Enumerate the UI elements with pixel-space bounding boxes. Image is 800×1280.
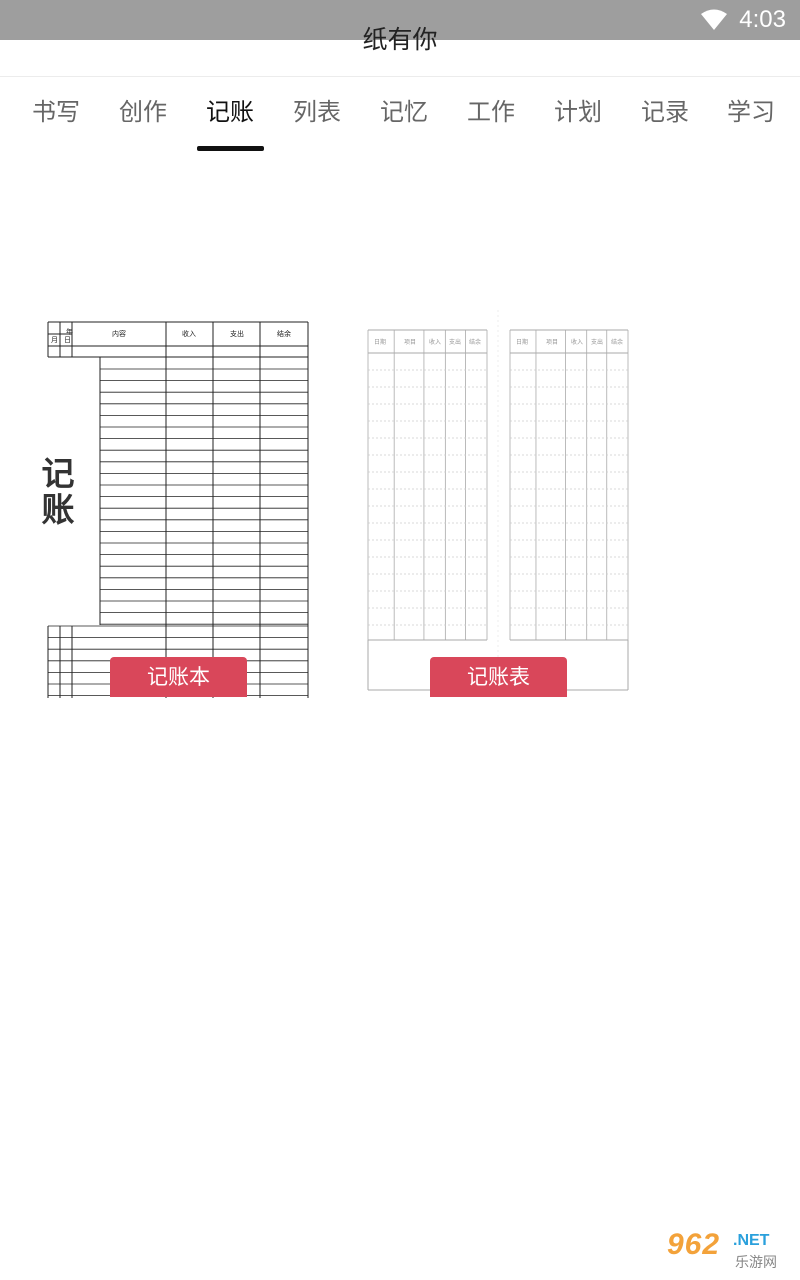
title-divider [0,76,800,77]
tab-shuxie[interactable]: 书写 [21,92,91,127]
ledger-header-year: 年 [66,327,73,336]
ledger-header-content: 内容 [112,329,126,338]
watermark-suffix: .NET [733,1232,770,1249]
tab-chuangzuo[interactable]: 创作 [108,92,178,127]
sheet-right-header-balance: 结余 [611,338,623,346]
ledger-header-month: 月 [51,336,58,344]
ledger-header-expense: 支出 [230,329,244,338]
sheet-right-header-income: 收入 [571,338,583,346]
sheet-left-header-income: 收入 [429,338,441,346]
sheet-right-header-expense: 支出 [591,338,603,346]
tab-liebiao[interactable]: 列表 [282,92,352,127]
tab-jiyi[interactable]: 记忆 [369,92,439,127]
template-card-ledger-sheet[interactable]: 日期 项目 收入 支出 结余 日期 项目 收入 支出 结余 记账表 [360,300,640,700]
ledger-header-balance: 结余 [277,329,291,338]
tab-jizhang[interactable]: 记账 [195,92,265,127]
watermark-number: 962 [667,1228,721,1261]
sheet-left-header-date: 日期 [374,338,386,346]
page-title: 纸有你 [362,25,438,54]
ledger-sheet-preview: 日期 项目 收入 支出 结余 日期 项目 收入 支出 结余 [367,310,629,700]
tab-gongzuo[interactable]: 工作 [456,92,526,127]
site-watermark-logo: 962 .NET 乐游网 [657,1228,792,1274]
ledger-sheet-button[interactable]: 记账表 [430,657,567,697]
tab-jilu[interactable]: 记录 [630,92,700,127]
sheet-right-header-item: 项目 [546,339,558,346]
template-card-ledger-book[interactable]: 年 月 日 内容 收入 支出 结余 记账 记账本 [30,300,320,700]
category-tabs: 书写 创作 记账 列表 记忆 工作 计划 记录 学习 [0,92,800,152]
ledger-header-income: 收入 [182,329,196,338]
sheet-left-header-balance: 结余 [469,338,481,346]
ledger-book-button[interactable]: 记账本 [110,657,247,697]
tab-xuexi[interactable]: 学习 [716,92,786,127]
ledger-header-day: 日 [64,336,71,344]
sheet-left-header-item: 项目 [404,339,416,346]
ledger-big-label: 记账 [41,454,75,529]
tab-indicator [197,146,264,151]
sheet-right-header-date: 日期 [516,338,528,346]
tab-jihua[interactable]: 计划 [543,92,613,127]
sheet-left-header-expense: 支出 [449,338,461,346]
watermark-subtitle: 乐游网 [735,1255,777,1271]
